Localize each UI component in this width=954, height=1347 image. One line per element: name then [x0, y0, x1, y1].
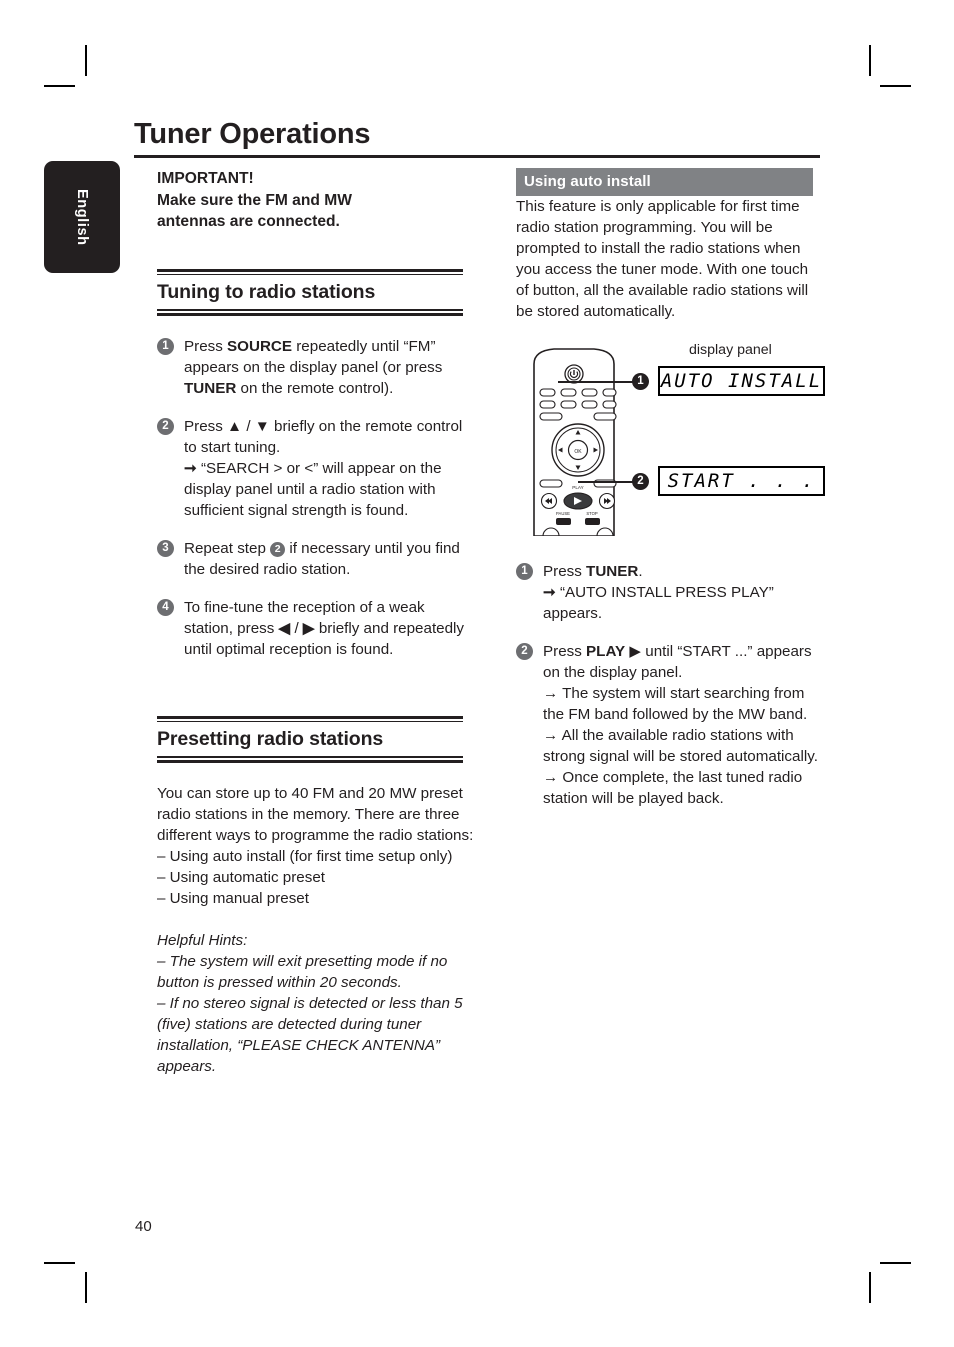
auto-install-step-2-text: Press PLAY ▶ until “START ...” appears o… [543, 643, 818, 807]
svg-text:OK: OK [574, 449, 582, 455]
section-heading-presetting: Presetting radio stations [157, 728, 384, 750]
auto-install-figure: display panel OK PLAY PAUSE STOP 1 2 AUT… [516, 336, 825, 545]
pause-button [556, 518, 571, 525]
auto-install-step-2: 2 Press PLAY ▶ until “START ...” appears… [516, 641, 821, 809]
auto-install-step-1: 1 Press TUNER. ➞ “AUTO INSTALL PRESS PLA… [516, 561, 821, 624]
tuner-button-ref: TUNER [586, 563, 639, 580]
step-number-badge: 4 [157, 598, 174, 616]
auto-install-step-1-result: ➞ “AUTO INSTALL PRESS PLAY” appears. [543, 584, 774, 622]
remote-control-illustration: OK PLAY PAUSE STOP [516, 346, 646, 545]
crop-mark-top-right-vertical [869, 45, 871, 76]
tuning-step-3-text: Repeat step 2 if necessary until you fin… [184, 539, 460, 578]
helpful-hint-1: – The system will exit presetting mode i… [157, 952, 448, 991]
section-tuning: Tuning to radio stations 1 Press SOURCE … [157, 268, 477, 660]
step-number-badge: 3 [157, 539, 174, 557]
crop-mark-bottom-left-horizontal [44, 1262, 75, 1264]
section-heading-tuning: Tuning to radio stations [157, 281, 376, 303]
svg-text:PAUSE: PAUSE [556, 511, 570, 516]
tuning-step-3: 3 Repeat step 2 if necessary until you f… [157, 538, 477, 580]
auto-install-step-1-text: Press TUNER. ➞ “AUTO INSTALL PRESS PLAY”… [543, 563, 774, 622]
presetting-option-1: – Using auto install (for first time set… [157, 847, 453, 865]
important-notice: IMPORTANT! Make sure the FM and MW anten… [157, 168, 477, 233]
important-line-2: Make sure the FM and MW [157, 191, 352, 209]
display-panel-label: display panel [689, 342, 772, 358]
presetting-intro: You can store up to 40 FM and 20 MW pres… [157, 784, 474, 844]
helpful-hint-2: – If no stereo signal is detected or les… [157, 994, 463, 1075]
crop-mark-top-left-vertical [85, 45, 87, 76]
auto-install-step-2-result-1: → The system will start searching from t… [543, 685, 808, 723]
using-auto-install-heading: Using auto install [516, 168, 813, 196]
presetting-option-3: – Using manual preset [157, 889, 309, 907]
title-rule [134, 155, 820, 158]
section-rule-bottom [157, 756, 463, 763]
tuning-step-1: 1 Press SOURCE repeatedly until “FM” app… [157, 336, 477, 399]
section-presetting: Presetting radio stations You can store … [157, 715, 477, 1077]
step-number-badge: 1 [157, 337, 174, 355]
tuner-button-ref: TUNER [184, 379, 237, 397]
tuning-step-4-text: To fine-tune the reception of a weak sta… [184, 598, 465, 658]
crop-mark-bottom-right-vertical [869, 1272, 871, 1303]
using-auto-install-intro: This feature is only applicable for firs… [516, 198, 809, 320]
crop-mark-bottom-right-horizontal [880, 1262, 911, 1264]
tuning-step-2-result: ➞ “SEARCH > or <” will appear on the dis… [184, 459, 442, 519]
callout-1-leader-line [558, 381, 634, 383]
callout-2-leader-line [578, 481, 634, 483]
auto-install-step-2-result-3: → Once complete, the last tuned radio st… [543, 769, 803, 807]
helpful-hints: Helpful Hints: – The system will exit pr… [157, 930, 477, 1077]
tuning-step-2-text: Press ▲ / ▼ briefly on the remote contro… [184, 417, 463, 519]
crop-mark-top-right-horizontal [880, 85, 911, 87]
step-number-badge: 1 [516, 563, 533, 580]
crop-mark-top-left-horizontal [44, 85, 75, 87]
page-title: Tuner Operations [134, 118, 371, 150]
tuning-step-1-text: Press SOURCE repeatedly until “FM” appea… [184, 337, 443, 397]
auto-install-steps-list: 1 Press TUNER. ➞ “AUTO INSTALL PRESS PLA… [516, 561, 821, 809]
source-button-ref: SOURCE [227, 337, 293, 355]
page-number: 40 [135, 1218, 152, 1235]
arrow-icon: ➞ [543, 584, 556, 601]
callout-badge-2: 2 [632, 473, 649, 490]
arrow-icon: ➞ [184, 459, 197, 477]
step-number-badge: 2 [157, 417, 174, 435]
language-tab-label: English [74, 188, 90, 246]
display-panel-auto-install: AUTO INSTALL [658, 366, 825, 396]
helpful-hints-title: Helpful Hints: [157, 931, 248, 949]
stop-button [585, 518, 600, 525]
language-tab: English [44, 161, 120, 273]
tuning-steps-list: 1 Press SOURCE repeatedly until “FM” app… [157, 336, 477, 660]
svg-text:PLAY: PLAY [572, 485, 583, 490]
left-column: IMPORTANT! Make sure the FM and MW anten… [157, 168, 477, 1077]
callout-badge-1: 1 [632, 373, 649, 390]
inline-step-ref: 2 [270, 541, 286, 557]
section-rule-top [157, 268, 463, 275]
tuning-step-2: 2 Press ▲ / ▼ briefly on the remote cont… [157, 416, 477, 521]
play-button-ref: PLAY [586, 643, 626, 660]
presetting-option-2: – Using automatic preset [157, 868, 325, 886]
tuning-step-4: 4 To fine-tune the reception of a weak s… [157, 597, 477, 660]
svg-text:STOP: STOP [586, 511, 598, 516]
important-line-3: antennas are connected. [157, 213, 340, 230]
section-rule-bottom [157, 309, 463, 316]
crop-mark-bottom-left-vertical [85, 1272, 87, 1303]
step-number-badge: 2 [516, 643, 533, 660]
auto-install-step-2-result-2: → All the available radio stations with … [543, 727, 818, 765]
section-rule-top [157, 715, 463, 722]
right-column: Using auto install This feature is only … [516, 168, 825, 809]
important-line-1: IMPORTANT! [157, 170, 254, 187]
display-panel-start: START . . . [658, 466, 825, 496]
